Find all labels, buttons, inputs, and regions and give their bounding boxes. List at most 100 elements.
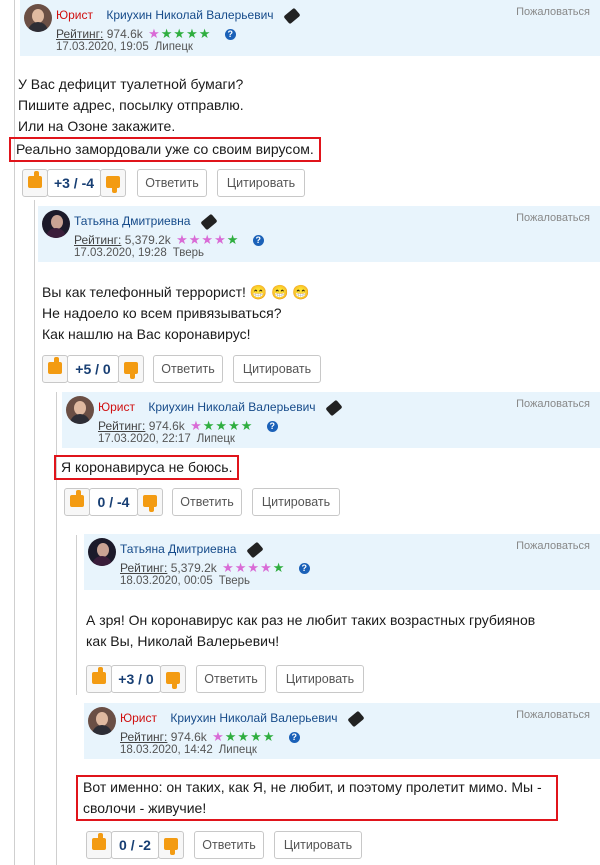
rating-label[interactable]: Рейтинг:: [120, 561, 167, 575]
comment: Татьяна Дмитриевна Рейтинг: 5,379.2k ★★★…: [38, 206, 600, 385]
dislike-button[interactable]: [100, 169, 126, 197]
vote-score: 0 / -4: [89, 488, 138, 516]
text-line: Пишите адрес, посылку отправлю.: [18, 97, 244, 113]
rating-value: 5,379.2k: [124, 233, 171, 247]
user-role: Юрист: [98, 400, 135, 414]
report-link[interactable]: Пожаловаться: [516, 6, 590, 18]
avatar[interactable]: [66, 396, 94, 424]
rating-stars: ★★★★★: [148, 26, 212, 41]
comment-text: А зря! Он коронавирус как раз не любит т…: [84, 590, 600, 652]
avatar[interactable]: [88, 538, 116, 566]
comment-city: Липецк: [196, 433, 235, 445]
user-name[interactable]: Татьяна Дмитриевна: [74, 214, 190, 228]
help-icon[interactable]: ?: [288, 732, 300, 744]
reply-button[interactable]: Ответить: [172, 488, 242, 516]
comment-text: Вот именно: он таких, как Я, не любит, и…: [76, 759, 600, 821]
thumbs-up-icon: [48, 357, 62, 374]
quote-button[interactable]: Цитировать: [274, 831, 362, 859]
reply-button[interactable]: Ответить: [196, 665, 266, 693]
quote-button[interactable]: Цитировать: [233, 355, 321, 383]
rating-stars: ★★★★★: [222, 560, 286, 575]
comment: Юрист Криухин Николай Валерьевич Рейтинг…: [54, 392, 600, 518]
comment-city: Тверь: [218, 575, 251, 587]
dislike-button[interactable]: [118, 355, 144, 383]
thumbs-down-icon: [164, 838, 178, 855]
like-button[interactable]: [42, 355, 68, 383]
text-line: Вы как телефонный террорист! 😁 😁 😁: [42, 284, 310, 300]
avatar[interactable]: [24, 4, 52, 32]
text-line: Не надоело ко всем привязываться?: [42, 305, 282, 321]
text-line: как Вы, Николай Валерьевич!: [86, 633, 280, 649]
report-link[interactable]: Пожаловаться: [516, 212, 590, 224]
thumbs-down-icon: [124, 362, 138, 379]
quote-button[interactable]: Цитировать: [252, 488, 340, 516]
comment: Юрист Криухин Николай Валерьевич Рейтинг…: [9, 0, 600, 199]
comment-header: Юрист Криухин Николай Валерьевич Рейтинг…: [20, 0, 600, 56]
help-icon[interactable]: ?: [298, 563, 310, 575]
avatar[interactable]: [88, 707, 116, 735]
rating-label[interactable]: Рейтинг:: [120, 730, 167, 744]
report-link[interactable]: Пожаловаться: [516, 398, 590, 410]
thumbs-up-icon: [92, 667, 106, 684]
rating-label[interactable]: Рейтинг:: [74, 233, 121, 247]
rating-label[interactable]: Рейтинг:: [98, 419, 145, 433]
thumbs-up-icon: [92, 833, 106, 850]
reply-button[interactable]: Ответить: [137, 169, 207, 197]
thumbs-down-icon: [166, 672, 180, 689]
user-name[interactable]: Татьяна Дмитриевна: [120, 542, 236, 556]
help-icon[interactable]: ?: [266, 421, 278, 433]
quote-button[interactable]: Цитировать: [217, 169, 305, 197]
comment-date: 18.03.2020, 14:42: [120, 744, 213, 756]
highlighted-text: Вот именно: он таких, как Я, не любит, и…: [76, 775, 558, 821]
thread-line: [76, 535, 77, 695]
user-name[interactable]: Криухин Николай Валерьевич: [148, 400, 315, 414]
rating-value: 974.6k: [106, 27, 143, 41]
rating-value: 974.6k: [170, 730, 207, 744]
thread-line: [34, 200, 35, 865]
like-button[interactable]: [22, 169, 48, 197]
vote-score: +5 / 0: [67, 355, 119, 383]
comment-actions: 0 / -2 Ответить Цитировать: [84, 831, 600, 861]
rating-stars: ★★★★★: [176, 232, 240, 247]
comment-header: Татьяна Дмитриевна Рейтинг: 5,379.2k ★★★…: [38, 206, 600, 262]
report-link[interactable]: Пожаловаться: [516, 709, 590, 721]
quote-button[interactable]: Цитировать: [276, 665, 364, 693]
comment-text: У Вас дефицит туалетной бумаги? Пишите а…: [9, 56, 600, 162]
rating-label[interactable]: Рейтинг:: [56, 27, 103, 41]
rating-stars: ★★★★★: [212, 729, 276, 744]
report-link[interactable]: Пожаловаться: [516, 540, 590, 552]
text-line: сволочи - живучие!: [83, 800, 207, 816]
avatar[interactable]: [42, 210, 70, 238]
user-name[interactable]: Криухин Николай Валерьевич: [106, 8, 273, 22]
comment-header: Юрист Криухин Николай Валерьевич Рейтинг…: [84, 703, 600, 759]
comment-date: 17.03.2020, 22:17: [98, 433, 191, 445]
text-line: Как нашлю на Вас коронавирус!: [42, 326, 251, 342]
vote-score: 0 / -2: [111, 831, 159, 859]
user-name[interactable]: Криухин Николай Валерьевич: [170, 711, 337, 725]
comment-city: Липецк: [218, 744, 257, 756]
comment: Татьяна Дмитриевна Рейтинг: 5,379.2k ★★★…: [84, 534, 600, 695]
comment-city: Липецк: [154, 41, 193, 53]
vote-score: +3 / 0: [111, 665, 161, 693]
ticket-icon: [283, 7, 301, 25]
text-line: У Вас дефицит туалетной бумаги?: [18, 76, 244, 92]
vote-score: +3 / -4: [47, 169, 101, 197]
reply-button[interactable]: Ответить: [194, 831, 264, 859]
rating-stars: ★★★★★: [190, 418, 254, 433]
ticket-icon: [347, 710, 365, 728]
help-icon[interactable]: ?: [224, 29, 236, 41]
dislike-button[interactable]: [160, 665, 186, 693]
comment-actions: +3 / 0 Ответить Цитировать: [84, 665, 600, 695]
comment-date: 17.03.2020, 19:28: [74, 247, 167, 259]
reply-button[interactable]: Ответить: [153, 355, 223, 383]
dislike-button[interactable]: [158, 831, 184, 859]
like-button[interactable]: [86, 665, 112, 693]
highlighted-text: Я коронавируса не боюсь.: [54, 455, 240, 480]
dislike-button[interactable]: [137, 488, 163, 516]
thread-line: [14, 0, 15, 865]
help-icon[interactable]: ?: [252, 235, 264, 247]
like-button[interactable]: [86, 831, 112, 859]
comment-actions: +5 / 0 Ответить Цитировать: [38, 355, 600, 385]
like-button[interactable]: [64, 488, 90, 516]
comment-city: Тверь: [172, 247, 205, 259]
